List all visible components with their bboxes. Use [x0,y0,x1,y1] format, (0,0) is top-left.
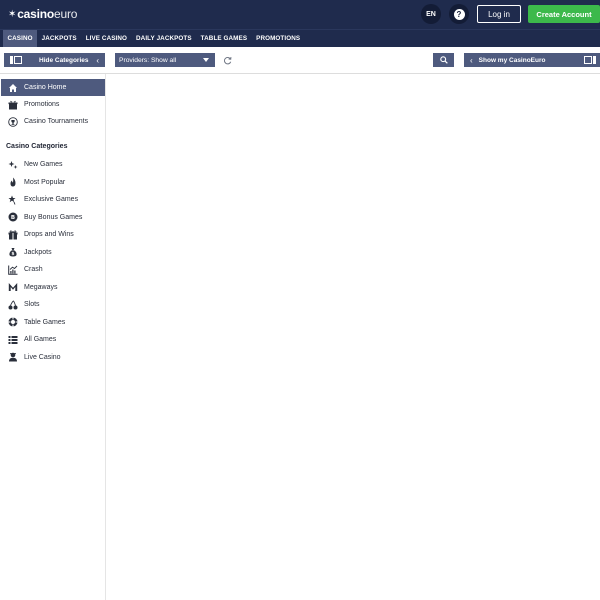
sidebar-item-label: Casino Tournaments [24,118,89,125]
games-content-area [107,74,600,600]
nav-jackpots[interactable]: JACKPOTS [37,30,81,47]
sidebar-item-label: Most Popular [24,178,66,186]
sidebar-item-label: Promotions [24,101,60,108]
providers-label: Providers: Show all [119,56,177,64]
sidebar-item-label: Casino Home [24,84,67,91]
providers-dropdown[interactable]: Providers: Show all [115,53,215,67]
sidebar-panel-icon [584,56,596,64]
nav-daily-jackpots[interactable]: DAILY JACKPOTS [132,30,197,47]
sidebar-item-new-games[interactable]: New Games [1,156,105,173]
sidebar-item-exclusive-games[interactable]: Exclusive Games [1,191,105,208]
gift-box-icon [8,230,18,240]
show-my-casinoeuro-button[interactable]: ‹ Show my CasinoEuro [464,53,600,67]
nav-live-casino[interactable]: LIVE CASINO [81,30,131,47]
sidebar-item-casino-home[interactable]: Casino Home [1,79,105,96]
logo-text-light: euro [54,7,78,21]
chip-icon [8,317,18,327]
search-button[interactable] [433,53,454,67]
nav-casino[interactable]: CASINO [3,30,38,47]
chevron-left-icon: ‹ [470,55,473,65]
refresh-icon[interactable] [222,54,233,66]
sidebar-item-label: Slots [24,301,40,308]
sidebar-item-casino-tournaments[interactable]: Casino Tournaments [1,113,105,130]
sidebar-panel-icon [10,56,22,64]
chart-icon [8,265,18,275]
home-icon [8,83,18,93]
sidebar-item-crash[interactable]: Crash [1,261,105,278]
logo-star-icon: ✶ [8,8,17,20]
sidebar-item-label: Crash [24,266,43,273]
question-icon: ? [453,8,465,20]
hide-categories-button[interactable]: Hide Categories ‹ [4,53,105,67]
category-sidebar: Casino Home Promotions Casino Tournament… [0,74,106,600]
gift-icon [8,100,18,110]
cherries-icon [8,299,18,310]
top-header: ✶ casino euro EN ? Log in Create Account [0,0,600,29]
flame-icon [8,177,18,187]
star-icon [8,195,18,205]
list-icon [8,335,18,345]
show-my-label: Show my CasinoEuro [478,56,546,64]
help-button[interactable]: ? [449,4,469,24]
chevron-left-icon: ‹ [96,55,99,65]
sidebar-item-table-games[interactable]: Table Games [1,314,105,331]
svg-text:B: B [11,215,15,221]
nav-table-games[interactable]: TABLE GAMES [196,30,251,47]
logo-text-bold: casino [17,7,55,21]
sidebar-item-label: Table Games [24,318,66,326]
sidebar-item-buy-bonus-games[interactable]: B Buy Bonus Games [1,209,105,226]
bonus-icon: B [8,212,18,222]
search-icon [439,56,448,64]
sidebar-item-label: Drops and Wins [24,231,74,238]
sidebar-item-slots[interactable]: Slots [1,296,105,313]
caret-down-icon [203,58,209,62]
sidebar-item-label: Buy Bonus Games [24,213,83,221]
svg-text:$: $ [11,251,14,257]
main-nav: CASINO JACKPOTS LIVE CASINO DAILY JACKPO… [0,29,600,47]
hide-categories-label: Hide Categories [39,56,89,64]
megaways-icon [8,282,18,292]
sidebar-item-label: Megaways [24,283,58,291]
nav-promotions[interactable]: PROMOTIONS [252,30,305,47]
dealer-icon [8,352,18,362]
sidebar-item-all-games[interactable]: All Games [1,331,105,348]
sidebar-item-jackpots[interactable]: $ Jackpots [1,244,105,261]
sidebar-item-promotions[interactable]: Promotions [1,96,105,113]
casino-categories-heading: Casino Categories [6,143,68,150]
money-bag-icon: $ [8,247,18,257]
sidebar-item-label: Live Casino [24,353,61,361]
sidebar-item-label: All Games [24,336,57,343]
trophy-icon [8,116,18,127]
sidebar-item-label: Exclusive Games [24,196,79,203]
sidebar-item-label: Jackpots [24,248,52,256]
casinoeuro-logo[interactable]: ✶ casino euro [8,7,77,21]
create-account-button[interactable]: Create Account [528,5,600,23]
sidebar-item-megaways[interactable]: Megaways [1,279,105,296]
sidebar-item-label: New Games [24,161,63,168]
sparkle-icon [8,160,18,170]
sidebar-item-live-casino[interactable]: Live Casino [1,349,105,366]
sidebar-item-most-popular[interactable]: Most Popular [1,174,105,191]
games-toolbar: Hide Categories ‹ Providers: Show all ‹ … [0,47,600,74]
language-button[interactable]: EN [421,4,441,24]
login-button[interactable]: Log in [477,5,521,23]
sidebar-item-drops-and-wins[interactable]: Drops and Wins [1,226,105,243]
